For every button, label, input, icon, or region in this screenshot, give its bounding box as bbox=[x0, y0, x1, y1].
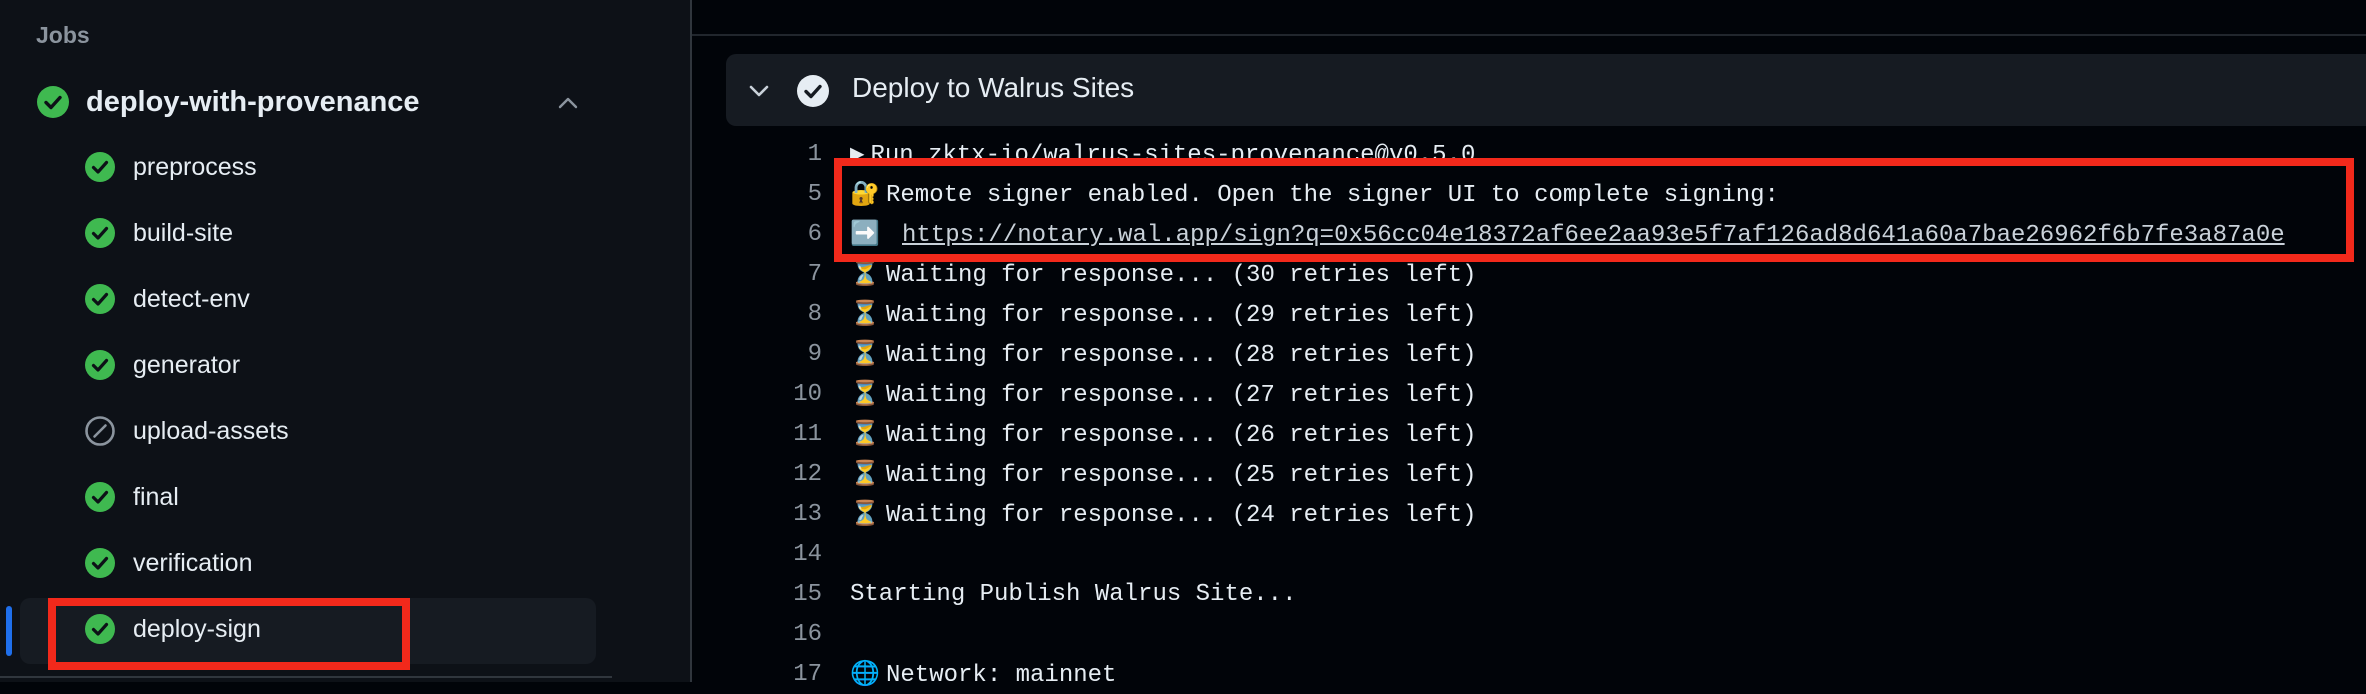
hourglass-icon: ⏳ bbox=[850, 382, 880, 409]
job-name: deploy-with-provenance bbox=[86, 85, 420, 118]
log-text: Network: mainnet bbox=[886, 662, 1117, 689]
hourglass-icon: ⏳ bbox=[850, 502, 880, 529]
active-step-indicator bbox=[6, 606, 12, 656]
line-number: 16 bbox=[793, 620, 822, 648]
step-label: generator bbox=[133, 350, 241, 379]
line-number: 7 bbox=[807, 260, 822, 288]
log-line: 11 ⏳ Waiting for response... (26 retries … bbox=[726, 414, 2366, 454]
line-number: 8 bbox=[807, 300, 822, 328]
step-header-deploy[interactable]: Deploy to Walrus Sites bbox=[726, 54, 2366, 126]
log-text: Waiting for response... (26 retries left… bbox=[886, 422, 1477, 449]
log-text: Starting Publish Walrus Site... bbox=[850, 580, 1297, 608]
step-label: final bbox=[133, 482, 179, 511]
jobs-title: Jobs bbox=[36, 22, 90, 48]
line-number: 1 bbox=[807, 140, 822, 168]
log-text: Waiting for response... (28 retries left… bbox=[886, 342, 1477, 369]
step-build-site[interactable]: build-site bbox=[84, 211, 233, 255]
line-number: 13 bbox=[793, 500, 822, 528]
log-text: Waiting for response... (25 retries left… bbox=[886, 462, 1477, 489]
log-line: 9 ⏳ Waiting for response... (28 retries l… bbox=[726, 334, 2366, 374]
sidebar-divider bbox=[0, 676, 612, 678]
step-generator[interactable]: generator bbox=[84, 343, 240, 387]
log-line: 13 ⏳ Waiting for response... (24 retries … bbox=[726, 494, 2366, 534]
log-line: 8 ⏳ Waiting for response... (29 retries l… bbox=[726, 294, 2366, 334]
step-verification[interactable]: verification bbox=[84, 541, 253, 585]
log-text: Waiting for response... (30 retries left… bbox=[886, 262, 1477, 289]
step-label: upload-assets bbox=[133, 416, 289, 445]
step-label: preprocess bbox=[133, 152, 257, 181]
step-preprocess[interactable]: preprocess bbox=[84, 145, 257, 189]
hourglass-icon: ⏳ bbox=[850, 462, 880, 489]
log-line: 16 bbox=[726, 614, 2366, 654]
log-line: 12 ⏳ Waiting for response... (25 retries … bbox=[726, 454, 2366, 494]
log-line: 17 🌐 Network: mainnet bbox=[726, 654, 2366, 694]
chevron-up-icon[interactable] bbox=[555, 90, 581, 116]
step-title: Deploy to Walrus Sites bbox=[852, 72, 1135, 103]
main-divider bbox=[692, 34, 2366, 36]
log-text: Waiting for response... (24 retries left… bbox=[886, 502, 1477, 529]
skipped-icon bbox=[85, 416, 115, 446]
line-number: 14 bbox=[793, 540, 822, 568]
hourglass-icon: ⏳ bbox=[850, 302, 880, 329]
success-check-icon bbox=[85, 218, 115, 248]
log-line: 10 ⏳ Waiting for response... (27 retries … bbox=[726, 374, 2366, 414]
log-line: 15 Starting Publish Walrus Site... bbox=[726, 574, 2366, 614]
success-check-icon bbox=[797, 75, 829, 107]
log-text: Waiting for response... (27 retries left… bbox=[886, 382, 1477, 409]
success-check-icon bbox=[85, 548, 115, 578]
step-label: verification bbox=[133, 548, 253, 577]
chevron-down-icon[interactable] bbox=[746, 78, 772, 104]
job-deploy-with-provenance[interactable]: deploy-with-provenance bbox=[36, 80, 581, 124]
line-number: 6 bbox=[807, 220, 822, 248]
hourglass-icon: ⏳ bbox=[850, 262, 880, 289]
step-detect-env[interactable]: detect-env bbox=[84, 277, 250, 321]
log-line: 14 bbox=[726, 534, 2366, 574]
line-number: 17 bbox=[793, 660, 822, 688]
highlight-box-deploy-sign bbox=[48, 598, 410, 670]
success-check-icon bbox=[85, 152, 115, 182]
hourglass-icon: ⏳ bbox=[850, 422, 880, 449]
line-number: 15 bbox=[793, 580, 822, 608]
step-label: build-site bbox=[133, 218, 234, 247]
line-number: 12 bbox=[793, 460, 822, 488]
step-upload-assets[interactable]: upload-assets bbox=[84, 409, 289, 453]
hourglass-icon: ⏳ bbox=[850, 342, 880, 369]
step-final[interactable]: final bbox=[84, 475, 179, 519]
globe-icon: 🌐 bbox=[850, 662, 880, 689]
log-text: Waiting for response... (29 retries left… bbox=[886, 302, 1477, 329]
success-check-icon bbox=[85, 482, 115, 512]
step-label: detect-env bbox=[133, 284, 250, 313]
line-number: 10 bbox=[793, 380, 822, 408]
success-check-icon bbox=[85, 350, 115, 380]
success-check-icon bbox=[85, 284, 115, 314]
line-number: 5 bbox=[807, 180, 822, 208]
line-number: 11 bbox=[793, 420, 822, 448]
success-check-icon bbox=[37, 86, 69, 118]
line-number: 9 bbox=[807, 340, 822, 368]
highlight-box-signer bbox=[834, 158, 2354, 262]
jobs-sidebar: Jobs deploy-with-provenance preprocess b… bbox=[0, 0, 692, 682]
